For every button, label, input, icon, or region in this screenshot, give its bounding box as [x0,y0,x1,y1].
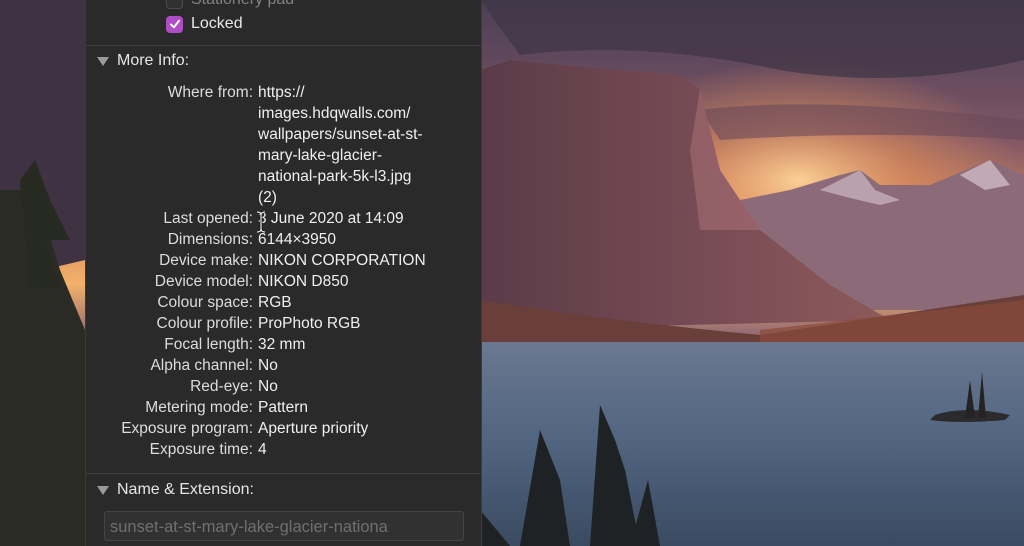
locked-label: Locked [191,15,243,32]
info-label: Dimensions: [167,231,253,248]
info-value: RGB [258,294,292,311]
info-label: Last opened: [163,210,253,227]
locked-checkbox[interactable] [166,15,183,33]
info-label: Colour profile: [156,315,254,332]
info-value: Pattern [258,399,308,416]
info-value: NIKON D850 [258,273,349,290]
info-value: No [258,357,278,374]
info-value: No [258,378,278,395]
section-divider [86,45,481,46]
info-label: Alpha channel: [150,357,253,374]
name-extension-header[interactable]: Name & Extension: [97,479,254,501]
get-info-panel: Stationery pad Locked More Info: Where f… [85,0,482,546]
info-label: Device make: [159,252,253,269]
more-info-title: More Info: [117,52,190,69]
name-extension-title: Name & Extension: [117,481,254,498]
info-value: https://images.hdqwalls.com/wallpapers/s… [258,84,423,206]
info-label: Metering mode: [145,399,253,416]
info-row: Device make: NIKON CORPORATION [86,250,482,271]
more-info-table: Where from: https://images.hdqwalls.com/w… [86,82,482,460]
info-row: Alpha channel: No [86,355,482,376]
info-label: Colour space: [157,294,253,311]
info-label: Device model: [154,273,253,290]
disclosure-triangle-icon[interactable] [97,56,109,66]
stationery-label: Stationery pad [191,0,294,9]
info-value: 3 June 2020 at 14:09 [258,210,404,227]
stationery-checkbox-row[interactable]: Stationery pad [166,0,294,11]
info-row: Exposure time: 4 [86,439,482,460]
info-row: Exposure program: Aperture priority [86,418,482,439]
info-row: Last opened: 3 June 2020 at 14:09 [86,208,482,229]
filename-field[interactable]: sunset-at-st-mary-lake-glacier-nationa [104,511,464,541]
info-row: Device model: NIKON D850 [86,271,482,292]
stationery-checkbox[interactable] [166,0,183,9]
info-value: ProPhoto RGB [258,315,361,332]
info-value: NIKON CORPORATION [258,252,426,269]
info-row: Focal length: 32 mm [86,334,482,355]
text-cursor-icon [256,211,266,233]
info-row: Colour profile: ProPhoto RGB [86,313,482,334]
info-label: Exposure time: [149,441,253,458]
section-divider [86,473,481,474]
info-row: Dimensions: 6144×3950 [86,229,482,250]
info-label: Red-eye: [190,378,253,395]
info-value: 4 [258,441,267,458]
info-label: Exposure program: [121,420,253,437]
info-row: Colour space: RGB [86,292,482,313]
disclosure-triangle-icon[interactable] [97,485,109,495]
more-info-header[interactable]: More Info: [97,50,189,72]
info-row: Where from: https://images.hdqwalls.com/w… [86,82,482,208]
info-row: Metering mode: Pattern [86,397,482,418]
info-row: Red-eye: No [86,376,482,397]
locked-checkbox-row[interactable]: Locked [166,13,243,35]
info-value: Aperture priority [258,420,369,437]
info-label: Where from: [167,84,253,101]
checkmark-icon [169,19,180,29]
info-value: 6144×3950 [258,231,337,248]
info-label: Focal length: [164,336,253,353]
info-value: 32 mm [258,336,306,353]
